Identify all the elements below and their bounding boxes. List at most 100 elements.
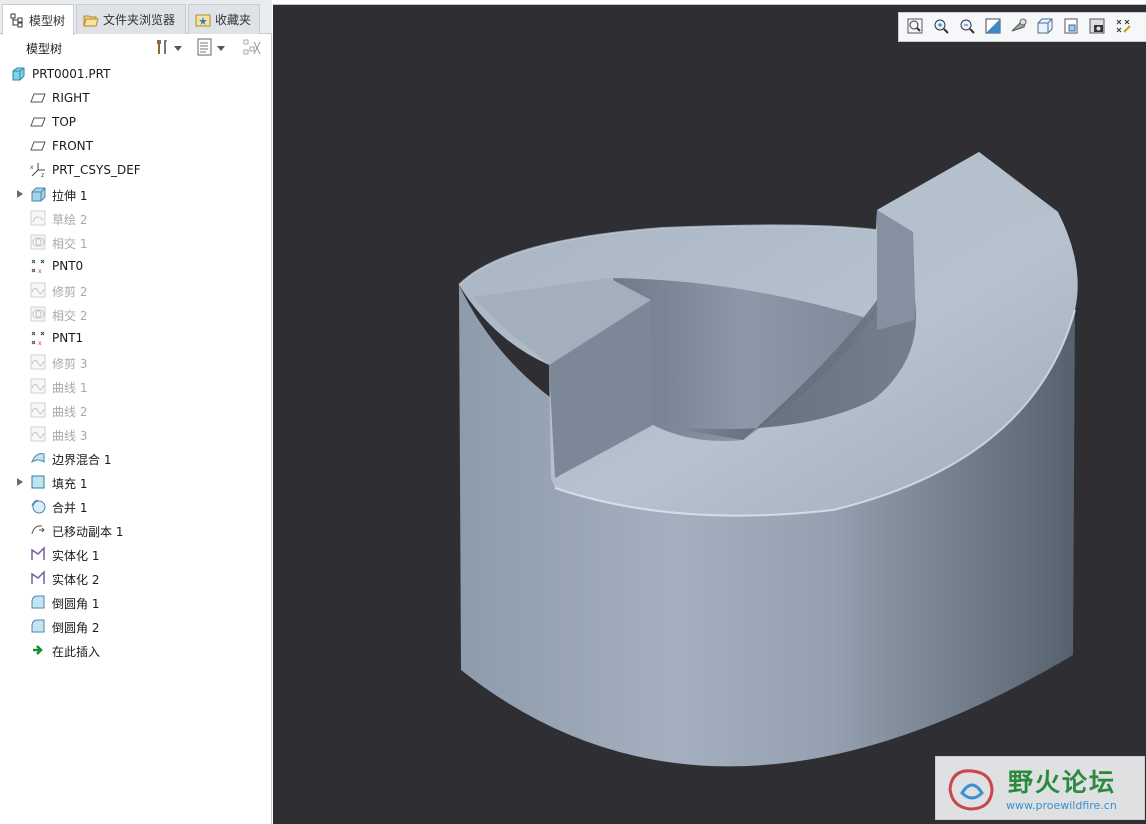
graphics-window[interactable]: 野火论坛 www.proewildfire.cn xyxy=(273,0,1146,824)
perspective-icon xyxy=(1010,17,1028,38)
fill-icon xyxy=(30,474,46,490)
show-button[interactable] xyxy=(196,38,225,57)
datum-display-icon xyxy=(1114,17,1132,38)
merge-icon xyxy=(30,498,46,514)
settings-button[interactable] xyxy=(153,39,182,57)
part-icon xyxy=(10,66,26,82)
tree-item[interactable]: 修剪 3 xyxy=(0,350,270,374)
model-tree-panel: 模型树 文件夹浏览器 收藏夹 模型树 PRT0001.PRT RIGHT TOP… xyxy=(0,0,272,824)
model-tree-icon xyxy=(9,12,25,28)
tree-item[interactable]: 相交 1 xyxy=(0,230,270,254)
tree-item[interactable]: 草绘 2 xyxy=(0,206,270,230)
watermark-url: www.proewildfire.cn xyxy=(1006,799,1117,812)
tree-item-label: 实体化 2 xyxy=(52,573,100,587)
tree-item[interactable]: 曲线 1 xyxy=(0,374,270,398)
tab-model-tree[interactable]: 模型树 xyxy=(2,4,74,35)
tree-item-label: 实体化 1 xyxy=(52,549,100,563)
tree-item[interactable]: 合并 1 xyxy=(0,494,270,518)
datum-display-button[interactable] xyxy=(1112,16,1134,38)
tab-favorites[interactable]: 收藏夹 xyxy=(188,4,260,34)
tree-item-label: 曲线 2 xyxy=(52,405,88,419)
tab-label: 模型树 xyxy=(29,13,66,28)
tree-item[interactable]: 填充 1 xyxy=(0,470,270,494)
display-style-button[interactable] xyxy=(1034,16,1056,38)
repaint-button[interactable] xyxy=(982,16,1004,38)
part-3d-model[interactable] xyxy=(273,0,1146,824)
boundary-blend-icon xyxy=(30,450,46,466)
tree-item-label: PRT0001.PRT xyxy=(32,67,111,81)
tree-item[interactable]: 边界混合 1 xyxy=(0,446,270,470)
sketch-icon xyxy=(30,210,46,226)
tree-item[interactable]: RIGHT xyxy=(0,86,270,110)
tree-item-label: 填充 1 xyxy=(52,477,88,491)
tree-item[interactable]: 倒圆角 1 xyxy=(0,590,270,614)
tab-folder-browser[interactable]: 文件夹浏览器 xyxy=(76,4,186,34)
tree-item[interactable]: x PNT1 xyxy=(0,326,270,350)
moved-copy-icon xyxy=(30,522,46,538)
datum-plane-icon xyxy=(30,138,46,154)
intersect-icon xyxy=(30,234,46,250)
tree-item[interactable]: 曲线 2 xyxy=(0,398,270,422)
round-icon xyxy=(30,594,46,610)
tree-root-item[interactable]: PRT0001.PRT xyxy=(0,62,270,86)
tree-item[interactable]: 实体化 1 xyxy=(0,542,270,566)
display-style-icon xyxy=(1036,17,1054,38)
curve-icon xyxy=(30,282,46,298)
tree-item[interactable]: TOP xyxy=(0,110,270,134)
refit-icon xyxy=(906,17,924,38)
model-tree: PRT0001.PRT RIGHT TOP FRONT x z PRT_CSYS_DEF 拉伸… xyxy=(0,62,270,662)
view-toolbar xyxy=(898,12,1146,42)
tree-item-label: 修剪 3 xyxy=(52,357,88,371)
solidify-icon xyxy=(30,546,46,562)
view-manager-button[interactable] xyxy=(1086,16,1108,38)
tools-icon xyxy=(153,38,171,59)
datum-plane-icon xyxy=(30,114,46,130)
datum-point-icon: x xyxy=(30,330,46,347)
tree-item[interactable]: 曲线 3 xyxy=(0,422,270,446)
tree-item-label: 合并 1 xyxy=(52,501,88,515)
datum-point-icon: x xyxy=(30,258,46,275)
tree-item[interactable]: 拉伸 1 xyxy=(0,182,270,206)
zoom-in-button[interactable] xyxy=(930,16,952,38)
tree-item-label: 边界混合 1 xyxy=(52,453,112,467)
curve-icon xyxy=(30,402,46,418)
tree-item-label: PRT_CSYS_DEF xyxy=(52,163,141,177)
svg-text:x: x xyxy=(30,164,34,171)
intersect-icon xyxy=(30,306,46,322)
tree-item-label: 已移动副本 1 xyxy=(52,525,124,539)
saved-orientations-icon xyxy=(1062,17,1080,38)
watermark: 野火论坛 www.proewildfire.cn xyxy=(935,756,1145,820)
tree-item[interactable]: 倒圆角 2 xyxy=(0,614,270,638)
tree-item[interactable]: x PNT0 xyxy=(0,254,270,278)
tree-item-label: 拉伸 1 xyxy=(52,189,88,203)
datum-plane-icon xyxy=(30,90,46,106)
tree-item[interactable]: 相交 2 xyxy=(0,302,270,326)
watermark-logo xyxy=(942,763,1000,818)
tree-item[interactable]: x z PRT_CSYS_DEF xyxy=(0,158,270,182)
tree-item[interactable]: 修剪 2 xyxy=(0,278,270,302)
tree-item[interactable]: 已移动副本 1 xyxy=(0,518,270,542)
tree-filter-button[interactable] xyxy=(242,39,262,57)
tree-item-label: 曲线 3 xyxy=(52,429,88,443)
tree-item[interactable]: FRONT xyxy=(0,134,270,158)
tree-item[interactable]: 在此插入 xyxy=(0,638,270,662)
csys-icon: xz xyxy=(30,162,46,179)
watermark-title: 野火论坛 xyxy=(1008,768,1117,797)
tree-item-label: 相交 1 xyxy=(52,237,88,251)
tree-item-label: 草绘 2 xyxy=(52,213,88,227)
tree-item-label: FRONT xyxy=(52,139,93,153)
panel-tab-bar: 模型树 文件夹浏览器 收藏夹 xyxy=(0,0,272,35)
expand-arrow-icon[interactable] xyxy=(17,190,23,198)
tree-item-label: 倒圆角 2 xyxy=(52,621,100,635)
tree-item-label: PNT1 xyxy=(52,331,84,345)
expand-arrow-icon[interactable] xyxy=(17,478,23,486)
zoom-out-button[interactable] xyxy=(956,16,978,38)
tree-item-label: 修剪 2 xyxy=(52,285,88,299)
perspective-button[interactable] xyxy=(1008,16,1030,38)
tree-item[interactable]: 实体化 2 xyxy=(0,566,270,590)
zoom-out-icon xyxy=(958,17,976,38)
tree-toolbar: 模型树 xyxy=(0,34,272,62)
saved-orientations-button[interactable] xyxy=(1060,16,1082,38)
refit-button[interactable] xyxy=(904,16,926,38)
view-manager-icon xyxy=(1088,17,1106,38)
